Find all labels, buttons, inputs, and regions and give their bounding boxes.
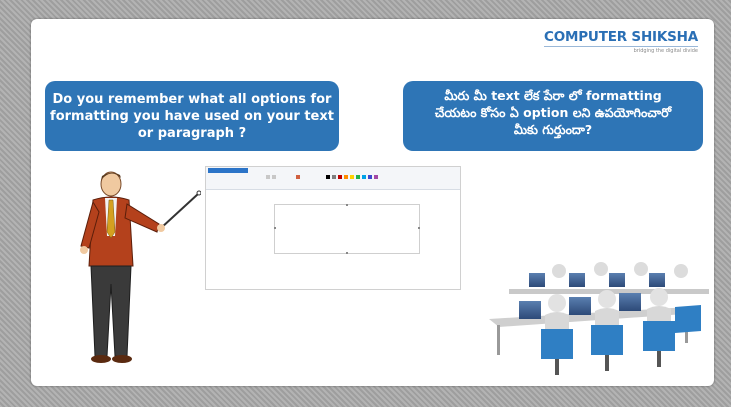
question-en-line-2: formatting you have used on your text: [50, 109, 334, 124]
question-te-line-3: మీకు గుర్తుందా?: [513, 122, 593, 137]
question-telugu-bubble: మీరు మీ text లేక పేరా లో formatting చేయట…: [403, 81, 703, 151]
question-te-line-2: చేయటం కోసం ఏ option లని ఉపయోగించారో: [434, 105, 672, 120]
question-en-line-3: or paragraph ?: [137, 126, 247, 141]
logo-brand: COMPUTER SHIKSHA: [544, 29, 698, 45]
slide: COMPUTER SHIKSHA bridging the digital di…: [31, 19, 714, 386]
computer-lab-illustration: [489, 262, 709, 375]
file-tab-strip: [208, 168, 248, 173]
paint-window-thumbnail: [205, 166, 461, 290]
question-te-line-1: మీరు మీ text లేక పేరా లో formatting: [444, 88, 662, 103]
question-en-line-1: Do you remember what all options for: [52, 92, 332, 107]
computer-shiksha-logo: COMPUTER SHIKSHA bridging the digital di…: [544, 29, 698, 54]
teacher-illustration: [80, 171, 201, 363]
ribbon-toolbar: [206, 167, 460, 190]
logo-tagline: bridging the digital divide: [544, 46, 698, 54]
drawing-canvas: [274, 204, 420, 254]
question-english-bubble: Do you remember what all options for for…: [45, 81, 339, 151]
